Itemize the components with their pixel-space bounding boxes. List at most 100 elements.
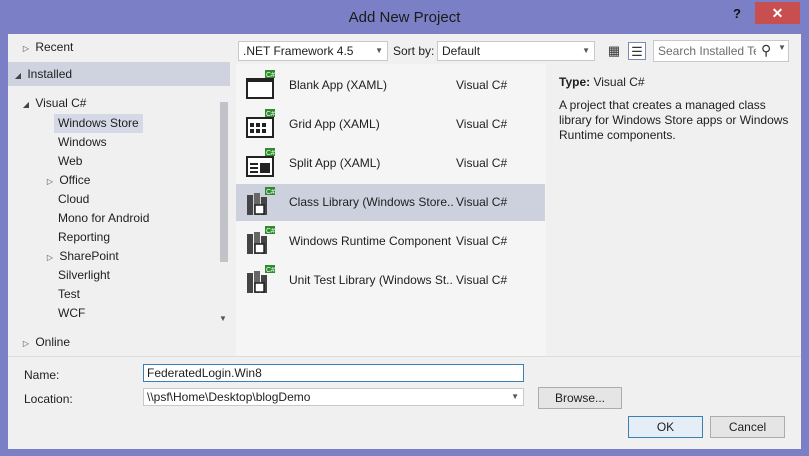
template-details-pane: Type: Visual C# A project that creates a… bbox=[549, 64, 801, 357]
ok-button[interactable]: OK bbox=[628, 416, 703, 438]
tree-item-label: Silverlight bbox=[58, 268, 111, 282]
template-name: Unit Test Library (Windows St... bbox=[289, 273, 454, 287]
browse-button[interactable]: Browse... bbox=[538, 387, 622, 409]
tree-item-label: Windows bbox=[58, 135, 107, 149]
svg-text:C#: C# bbox=[266, 72, 275, 79]
expand-arrow-icon[interactable]: ▷ bbox=[44, 172, 56, 191]
template-item-unit-test-library[interactable]: C# Unit Test Library (Windows St... Visu… bbox=[236, 262, 545, 299]
expand-arrow-icon[interactable]: ▷ bbox=[20, 39, 32, 58]
framework-dropdown[interactable]: .NET Framework 4.5 ▼ bbox=[238, 41, 388, 61]
chevron-down-icon: ▼ bbox=[375, 46, 383, 55]
tree-item-label: Installed bbox=[27, 67, 73, 81]
tree-item-windows-store[interactable]: Windows Store bbox=[54, 114, 143, 133]
template-language: Visual C# bbox=[456, 195, 508, 209]
close-button[interactable]: ✕ bbox=[755, 2, 800, 24]
title-bar: Add New Project ? ✕ bbox=[0, 0, 809, 34]
template-language: Visual C# bbox=[456, 117, 508, 131]
tree-item-windows[interactable]: Windows bbox=[58, 133, 107, 152]
template-tree: ▷ Recent ◢ Installed ◢ Visual C# Windows… bbox=[8, 34, 234, 356]
collapse-arrow-icon[interactable]: ◢ bbox=[20, 95, 32, 114]
template-item-runtime-component[interactable]: C# Windows Runtime Component Visual C# bbox=[236, 223, 545, 260]
name-label: Name: bbox=[24, 368, 60, 382]
svg-text:C#: C# bbox=[266, 150, 275, 157]
tree-item-label: Web bbox=[58, 154, 83, 168]
search-placeholder: Search Installed Te bbox=[658, 44, 756, 58]
small-icons-view-icon[interactable]: ▦ bbox=[605, 42, 623, 60]
tree-item-cloud[interactable]: Cloud bbox=[58, 190, 89, 209]
expand-arrow-icon[interactable]: ▷ bbox=[44, 248, 56, 267]
sort-label: Sort by: bbox=[393, 44, 435, 58]
tree-item-label: Cloud bbox=[58, 192, 90, 206]
tree-item-online[interactable]: ▷ Online bbox=[20, 333, 70, 352]
search-icon[interactable]: ⚲ bbox=[761, 42, 771, 59]
tree-item-label: SharePoint bbox=[59, 249, 119, 263]
tree-item-installed[interactable]: ◢ Installed bbox=[8, 62, 230, 86]
svg-text:C#: C# bbox=[266, 189, 275, 196]
split-app-icon: C# bbox=[246, 148, 275, 177]
template-item-split-app[interactable]: C# Split App (XAML) Visual C# bbox=[236, 145, 545, 182]
tree-item-silverlight[interactable]: Silverlight bbox=[58, 266, 110, 285]
template-name: Class Library (Windows Store... bbox=[289, 195, 454, 209]
svg-text:C#: C# bbox=[266, 111, 275, 118]
project-name-input[interactable]: FederatedLogin.Win8 bbox=[143, 364, 524, 382]
expand-arrow-icon[interactable]: ▷ bbox=[20, 334, 32, 353]
location-combo[interactable]: \\psf\Home\Desktop\blogDemo ▼ bbox=[143, 388, 524, 406]
type-label: Type: bbox=[559, 75, 591, 89]
location-label: Location: bbox=[24, 392, 73, 406]
help-button[interactable]: ? bbox=[727, 4, 747, 24]
tree-item-mono-for-android[interactable]: Mono for Android bbox=[58, 209, 149, 228]
template-list: C# Blank App (XAML) Visual C# C# Grid Ap… bbox=[236, 64, 546, 357]
cancel-button[interactable]: Cancel bbox=[710, 416, 785, 438]
tree-scrollbar[interactable]: ▼ bbox=[218, 92, 230, 324]
tree-item-label: Recent bbox=[35, 40, 74, 54]
template-item-class-library[interactable]: C# Class Library (Windows Store... Visua… bbox=[236, 184, 545, 221]
template-type: Type: Visual C# bbox=[559, 75, 645, 89]
location-value: \\psf\Home\Desktop\blogDemo bbox=[147, 390, 311, 404]
scrollbar-thumb[interactable] bbox=[220, 102, 228, 262]
type-value: Visual C# bbox=[593, 75, 645, 89]
tree-item-label: Visual C# bbox=[35, 96, 87, 110]
scroll-down-arrow-icon[interactable]: ▼ bbox=[219, 314, 227, 323]
list-view-icon[interactable]: ☰ bbox=[628, 42, 646, 60]
framework-value: .NET Framework 4.5 bbox=[243, 44, 354, 58]
tree-item-label: Online bbox=[35, 335, 71, 349]
template-language: Visual C# bbox=[456, 234, 508, 248]
tree-item-recent[interactable]: ▷ Recent bbox=[20, 38, 73, 57]
grid-app-icon: C# bbox=[246, 109, 275, 138]
svg-text:C#: C# bbox=[266, 267, 275, 274]
search-installed-templates-input[interactable]: Search Installed Te ⚲ ▼ bbox=[653, 40, 789, 62]
tree-item-wcf[interactable]: WCF bbox=[58, 304, 85, 323]
template-language: Visual C# bbox=[456, 273, 508, 287]
template-description: A project that creates a managed class l… bbox=[559, 98, 789, 142]
template-item-blank-app[interactable]: C# Blank App (XAML) Visual C# bbox=[236, 67, 545, 104]
tree-item-reporting[interactable]: Reporting bbox=[58, 228, 110, 247]
sort-dropdown[interactable]: Default ▼ bbox=[437, 41, 595, 61]
chevron-down-icon: ▼ bbox=[511, 392, 519, 401]
tree-item-office[interactable]: ▷ Office bbox=[44, 171, 91, 191]
tree-item-label: Office bbox=[59, 173, 91, 187]
tree-item-sharepoint[interactable]: ▷ SharePoint bbox=[44, 247, 119, 266]
template-item-grid-app[interactable]: C# Grid App (XAML) Visual C# bbox=[236, 106, 545, 143]
class-library-icon: C# bbox=[247, 187, 275, 215]
collapse-arrow-icon[interactable]: ◢ bbox=[12, 64, 24, 88]
tree-item-visual-csharp[interactable]: ◢ Visual C# bbox=[20, 94, 87, 114]
tree-item-label: Windows Store bbox=[58, 116, 139, 130]
chevron-down-icon[interactable]: ▼ bbox=[778, 43, 786, 52]
window-title: Add New Project bbox=[348, 9, 461, 26]
svg-text:C#: C# bbox=[266, 228, 275, 235]
add-new-project-dialog: Add New Project ? ✕ ▷ Recent ◢ Installed… bbox=[0, 0, 809, 456]
chevron-down-icon: ▼ bbox=[582, 46, 590, 55]
sort-value: Default bbox=[442, 44, 481, 58]
dialog-body: ▷ Recent ◢ Installed ◢ Visual C# Windows… bbox=[8, 34, 801, 449]
tree-item-label: Test bbox=[58, 287, 81, 301]
tree-item-test[interactable]: Test bbox=[58, 285, 80, 304]
tree-item-web[interactable]: Web bbox=[58, 152, 82, 171]
template-language: Visual C# bbox=[456, 78, 508, 92]
tree-item-label: WCF bbox=[58, 306, 86, 320]
template-language: Visual C# bbox=[456, 156, 508, 170]
project-form: Name: FederatedLogin.Win8 Location: \\ps… bbox=[8, 356, 801, 449]
unit-test-icon: C# bbox=[247, 265, 275, 293]
tree-item-label: Mono for Android bbox=[58, 211, 150, 225]
template-name: Blank App (XAML) bbox=[289, 78, 388, 92]
blank-app-icon: C# bbox=[246, 70, 275, 99]
